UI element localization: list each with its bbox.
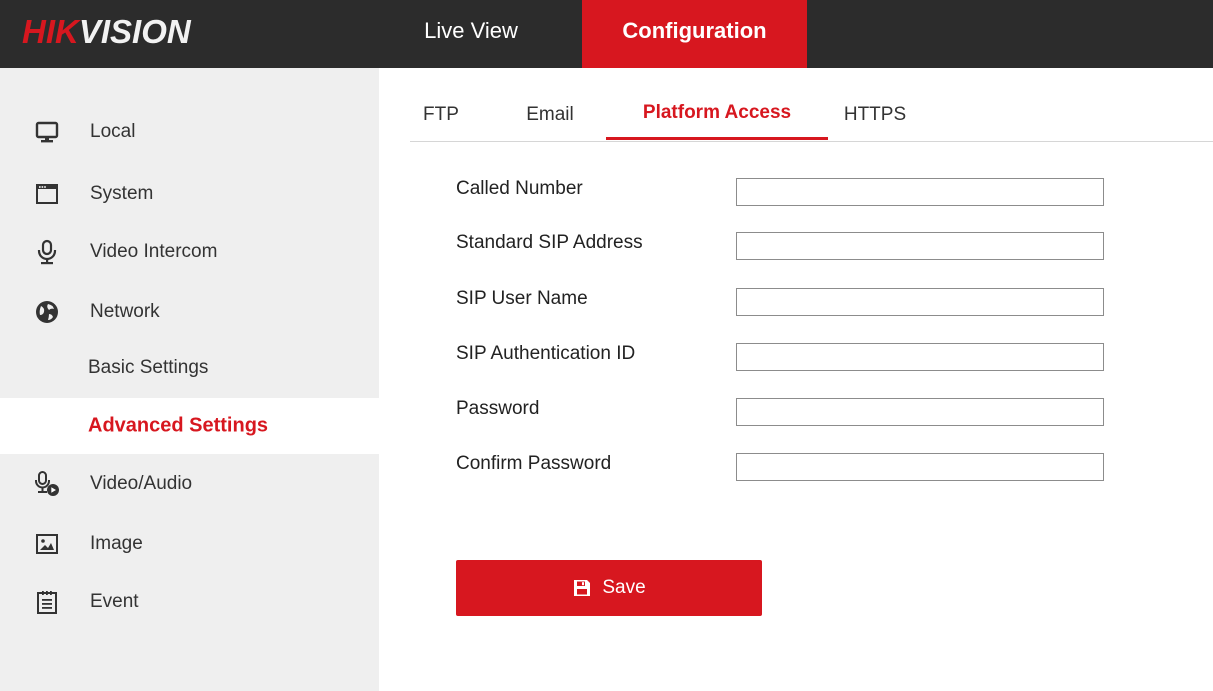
- sidebar-item-label: Video/Audio: [90, 473, 193, 494]
- confirm-password-label: Confirm Password: [456, 453, 612, 474]
- standard-sip-address-input[interactable]: [736, 232, 1104, 260]
- window-icon: [34, 181, 60, 207]
- standard-sip-address-label: Standard SIP Address: [456, 232, 643, 253]
- save-button-label: Save: [602, 577, 646, 598]
- form-row-password: Password: [456, 394, 1116, 428]
- sidebar-item-video-intercom[interactable]: Video Intercom: [0, 224, 379, 280]
- monitor-icon: [34, 119, 60, 145]
- sip-authentication-id-label: SIP Authentication ID: [456, 343, 636, 364]
- called-number-input[interactable]: [736, 178, 1104, 206]
- sidebar-item-system[interactable]: System: [0, 166, 379, 222]
- save-button[interactable]: Save: [456, 560, 762, 616]
- sidebar-item-label: Image: [90, 533, 143, 554]
- globe-icon: [34, 299, 60, 325]
- top-bar: HIKVISION Live View Configuration: [0, 0, 1213, 68]
- microphone-icon: [34, 239, 60, 265]
- mic-play-icon: [34, 471, 60, 497]
- nav-live-view[interactable]: Live View: [396, 0, 546, 68]
- confirm-password-input[interactable]: [736, 453, 1104, 481]
- tab-platform-access[interactable]: Platform Access: [606, 96, 828, 142]
- sidebar-item-network[interactable]: Network: [0, 284, 379, 340]
- logo-text-vision: VISION: [78, 13, 191, 50]
- logo-text-hik: HIK: [22, 13, 79, 50]
- sidebar-item-video-audio[interactable]: Video/Audio: [0, 456, 379, 512]
- calendar-list-icon: [34, 589, 60, 615]
- sidebar-item-image[interactable]: Image: [0, 516, 379, 572]
- sidebar-item-label: Network: [90, 301, 160, 322]
- sidebar-item-local[interactable]: Local: [0, 104, 379, 160]
- settings-tabs: FTP Email Platform Access HTTPS: [410, 96, 1213, 142]
- image-icon: [34, 531, 60, 557]
- sidebar-item-label: Event: [90, 591, 139, 612]
- sidebar-item-label: Basic Settings: [88, 357, 209, 378]
- tab-https[interactable]: HTTPS: [840, 96, 910, 142]
- password-label: Password: [456, 398, 540, 419]
- sidebar-item-basic-settings[interactable]: Basic Settings: [0, 340, 379, 396]
- form-row-sip-user-name: SIP User Name: [456, 284, 1116, 318]
- nav-configuration[interactable]: Configuration: [582, 0, 807, 68]
- sidebar-item-label: Local: [90, 121, 136, 142]
- sidebar-item-label: System: [90, 183, 154, 204]
- tabs-divider: [410, 141, 1213, 142]
- hikvision-logo: HIKVISION: [22, 14, 191, 50]
- sidebar-item-label: Advanced Settings: [88, 414, 269, 437]
- sip-authentication-id-input[interactable]: [736, 343, 1104, 371]
- form-row-confirm-password: Confirm Password: [456, 449, 1116, 483]
- floppy-disk-icon: [572, 578, 592, 598]
- form-row-sip-authentication-id: SIP Authentication ID: [456, 339, 1116, 373]
- form-row-standard-sip-address: Standard SIP Address: [456, 228, 1116, 262]
- form-row-called-number: Called Number: [456, 174, 1116, 208]
- password-input[interactable]: [736, 398, 1104, 426]
- sidebar-item-advanced-settings[interactable]: Advanced Settings: [0, 398, 379, 454]
- sip-user-name-label: SIP User Name: [456, 288, 588, 309]
- called-number-label: Called Number: [456, 178, 583, 199]
- sidebar-item-label: Video Intercom: [90, 241, 218, 262]
- sip-user-name-input[interactable]: [736, 288, 1104, 316]
- sidebar-item-event[interactable]: Event: [0, 574, 379, 630]
- tab-email[interactable]: Email: [510, 96, 590, 142]
- sidebar: Local System Video Intercom Network Basi…: [0, 68, 379, 691]
- tab-ftp[interactable]: FTP: [410, 96, 472, 142]
